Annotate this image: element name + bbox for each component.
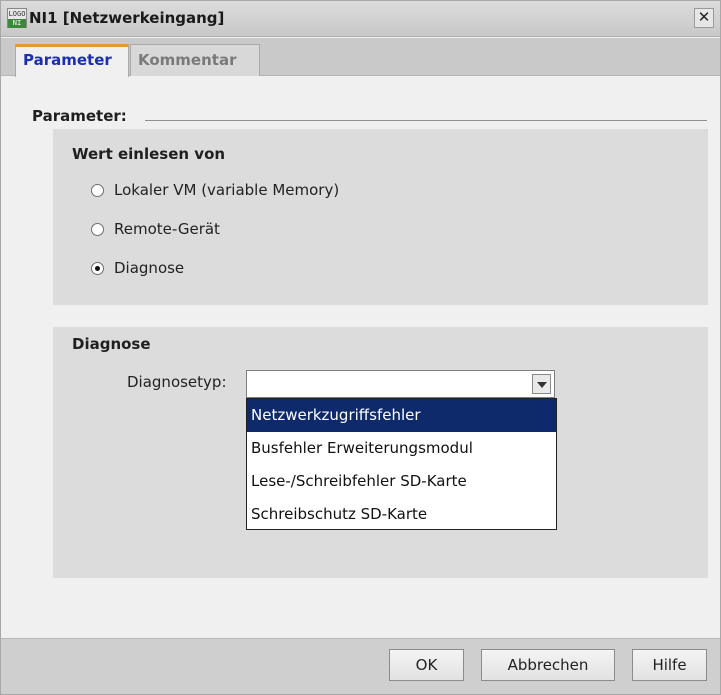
value-source-group: Wert einlesen von Lokaler VM (variable M…: [53, 129, 708, 305]
dropdown-option-lese-schreibfehler[interactable]: Lese-/Schreibfehler SD-Karte: [247, 465, 556, 498]
radio-label: Diagnose: [114, 259, 185, 277]
radio-label: Lokaler VM (variable Memory): [114, 181, 340, 199]
button-bar: OK Abbrechen Hilfe: [1, 638, 720, 694]
radio-button-icon[interactable]: [91, 183, 104, 197]
cancel-button[interactable]: Abbrechen: [481, 649, 615, 681]
radio-option-diagnose[interactable]: Diagnose: [91, 258, 184, 278]
logo-app-icon: LOGO NI: [7, 8, 27, 28]
help-button[interactable]: Hilfe: [632, 649, 707, 681]
tab-kommentar[interactable]: Kommentar: [130, 44, 260, 76]
window-title: NI1 [Netzwerkeingang]: [29, 9, 225, 27]
diagnosetyp-select[interactable]: [246, 370, 555, 398]
ok-button[interactable]: OK: [389, 649, 464, 681]
radio-option-remote[interactable]: Remote-Gerät: [91, 219, 220, 239]
parameter-section-label: Parameter:: [32, 107, 127, 125]
chevron-down-icon[interactable]: [532, 374, 551, 394]
dialog-window: LOGO NI NI1 [Netzwerkeingang] ✕ Paramete…: [0, 0, 721, 695]
diagnosetyp-label: Diagnosetyp:: [127, 373, 227, 391]
dropdown-option-schreibschutz[interactable]: Schreibschutz SD-Karte: [247, 498, 556, 531]
dropdown-option-busfehler[interactable]: Busfehler Erweiterungsmodul: [247, 432, 556, 465]
section-divider: [145, 120, 707, 121]
radio-button-checked-icon[interactable]: [91, 261, 104, 275]
app-icon-text-bottom: NI: [8, 19, 26, 28]
radio-button-icon[interactable]: [91, 222, 104, 236]
diagnose-group-title: Diagnose: [72, 335, 151, 353]
radio-label: Remote-Gerät: [114, 220, 220, 238]
tab-bar: Parameter Kommentar: [1, 38, 720, 77]
tab-parameter[interactable]: Parameter: [15, 44, 129, 77]
dropdown-option-netzwerkzugriffsfehler[interactable]: Netzwerkzugriffsfehler: [247, 399, 556, 432]
diagnosetyp-dropdown-list: Netzwerkzugriffsfehler Busfehler Erweite…: [246, 398, 557, 530]
radio-option-local-vm[interactable]: Lokaler VM (variable Memory): [91, 180, 339, 200]
value-source-title: Wert einlesen von: [72, 145, 226, 163]
title-bar[interactable]: LOGO NI NI1 [Netzwerkeingang] ✕: [1, 1, 720, 37]
app-icon-text-top: LOGO: [8, 10, 26, 18]
close-icon[interactable]: ✕: [694, 8, 714, 28]
